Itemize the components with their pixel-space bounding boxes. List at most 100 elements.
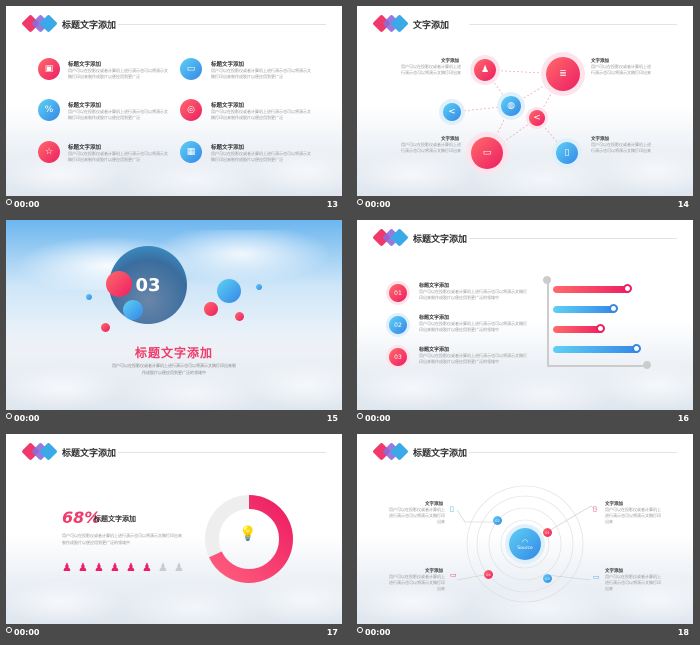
bar-3 [553,324,605,333]
slide-number: 17 [326,628,338,637]
source-node: ◠ Source [509,528,541,560]
decor-bubble [106,271,132,297]
clock-icon [357,413,363,419]
step-number: 01 [394,289,402,297]
window-icon: ▭ [180,58,202,80]
item-desc: 用户可以在投影仪或者计算机上进行演示也可以将演示文稿打印出来制作成胶片以便应用到… [68,109,168,120]
bar-knob [609,304,618,313]
phone-icon: ▯ [556,142,578,164]
item-title: 标题文字添加 [211,103,245,109]
database-icon: ≣ [546,57,580,91]
slide-number: 14 [677,200,689,209]
slide-number: 16 [677,414,689,423]
logo-icon [20,14,60,33]
item-title: 标题文字添加 [419,347,450,353]
slide-canvas: 03 标题文字添加 用户可以在投影仪或者计算机上进行演示也可以将演示文稿打印出来… [6,220,342,410]
slide-time: 00:00 [365,200,391,209]
slide-thumbnail-15[interactable]: 03 标题文字添加 用户可以在投影仪或者计算机上进行演示也可以将演示文稿打印出来… [6,220,342,428]
bar-2 [553,304,618,313]
orbit-node: 01 [543,528,552,537]
item-title: 标题文字添加 [211,145,245,151]
slide-thumbnail-13[interactable]: 标题文字添加 ▣ 标题文字添加 用户可以在投影仪或者计算机上进行演示也可以将演示… [6,6,342,214]
slide-time: 00:00 [14,414,40,423]
decor-bubble [101,323,110,332]
clock-icon [6,413,12,419]
slide-title: 标题文字添加 [62,449,117,459]
person-icon: ♟ [158,561,168,574]
wifi-icon: ◠ [521,537,529,546]
item-desc: 用户可以在投影仪或者计算机上进行演示也可以将演示文稿打印出来制作成胶片以便应用到… [211,109,311,120]
cube-icon: ▣ [38,58,60,80]
share-icon: < [529,110,545,126]
bar-knob [632,344,641,353]
person-icon: ♟ [126,561,136,574]
item-title: 标题文字添加 [68,103,102,109]
slide-footer: 00:00 18 [357,624,693,642]
slide-footer: 00:00 16 [357,410,693,428]
star-icon: ☆ [38,141,60,163]
label-desc: 用户可以在投影仪或者计算机上进行演示也可以将演示文稿打印出来 [389,507,445,524]
decor-bubble [204,302,218,316]
slide-thumbnail-16[interactable]: 标题文字添加 01 标题文字添加 用户可以在投影仪或者计算机上进行演示也可以将演… [357,220,693,428]
slide-footer: 00:00 15 [6,410,342,428]
person-icon: ♟ [142,561,152,574]
item-desc: 用户可以在投影仪或者计算机上进行演示也可以将演示文稿打印出来制作成胶片以便应用到… [419,321,527,332]
bar-axis [547,280,549,366]
lightbulb-icon: 💡 [239,526,257,542]
label-desc: 用户可以在投影仪或者计算机上进行演示也可以将演示文稿打印出来 [605,574,661,591]
slide-footer: 00:00 13 [6,196,342,214]
phone-icon: ▯ [593,505,597,513]
slide-number: 15 [326,414,338,423]
step-number: 02 [394,321,402,329]
decor-bubble [123,300,143,320]
step-badge: 03 [389,348,407,366]
orbit-node: 04 [484,570,493,579]
slide-number: 18 [677,628,689,637]
slide-thumbnail-14[interactable]: 文字添加 ♟ ≣ ◍ < < ▭ ▯ 文字添加 用户可以在投影仪或者计算机上进行… [357,6,693,214]
globe-icon: ◍ [501,96,521,116]
decor-bubble [235,312,244,321]
node-label: 03 [545,576,550,581]
item-desc: 用户可以在投影仪或者计算机上进行演示也可以将演示文稿打印出来制作成胶片以便应用到… [211,68,311,79]
person-icon: ♟ [62,561,72,574]
source-label: Source [517,545,533,551]
slide-canvas: 标题文字添加 ▣ 标题文字添加 用户可以在投影仪或者计算机上进行演示也可以将演示… [6,6,342,196]
bar-knob [596,324,605,333]
clock-icon [6,199,12,205]
slide-thumbnail-18[interactable]: 标题文字添加 ◠ Source 02 01 04 03 ▯ ▯ ▭ ▭ 文字添加… [357,434,693,642]
section-title: 标题文字添加 [134,346,213,360]
slide-time: 00:00 [365,628,391,637]
item-title: 标题文字添加 [68,145,102,151]
slide-time: 00:00 [14,628,40,637]
slide-time: 00:00 [14,200,40,209]
item-title: 标题文字添加 [68,62,102,68]
stat-desc: 用户可以在投影仪或者计算机上进行演示也可以将演示文稿打印出来制作成胶片以便应用到… [62,533,182,545]
clock-icon [357,627,363,633]
label-desc: 用户可以在投影仪或者计算机上进行演示也可以将演示文稿打印出来 [401,64,461,75]
item-desc: 用户可以在投影仪或者计算机上进行演示也可以将演示文稿打印出来制作成胶片以便应用到… [419,289,527,300]
percent-icon: % [38,99,60,121]
slide-footer: 00:00 14 [357,196,693,214]
phone-icon: ▯ [450,505,454,513]
label-desc: 用户可以在投影仪或者计算机上进行演示也可以将演示文稿打印出来 [401,142,461,153]
target-icon: ◎ [180,99,202,121]
orbit-node: 03 [543,574,552,583]
slide-footer: 00:00 17 [6,624,342,642]
section-desc: 用户可以在投影仪或者计算机上进行演示也可以将演示文稿打印出来制作成胶片以便应用到… [112,363,236,375]
slide-canvas: 标题文字添加 01 标题文字添加 用户可以在投影仪或者计算机上进行演示也可以将演… [357,220,693,410]
label-desc: 用户可以在投影仪或者计算机上进行演示也可以将演示文稿打印出来 [591,64,651,75]
slide-canvas: 标题文字添加 68% 标题文字添加 用户可以在投影仪或者计算机上进行演示也可以将… [6,434,342,624]
item-title: 标题文字添加 [419,315,450,321]
grid-icon: ▦ [180,141,202,163]
item-title: 标题文字添加 [419,283,450,289]
decor-bubble [256,284,262,290]
node-label: 01 [545,530,550,535]
item-desc: 用户可以在投影仪或者计算机上进行演示也可以将演示文稿打印出来制作成胶片以便应用到… [68,151,168,162]
slide-title: 标题文字添加 [413,235,468,245]
step-number: 03 [394,353,402,361]
bar-4 [553,344,641,353]
slide-thumbnail-17[interactable]: 标题文字添加 68% 标题文字添加 用户可以在投影仪或者计算机上进行演示也可以将… [6,434,342,642]
share-icon: < [443,103,461,121]
network-lines [451,69,568,155]
slide-time: 00:00 [365,414,391,423]
